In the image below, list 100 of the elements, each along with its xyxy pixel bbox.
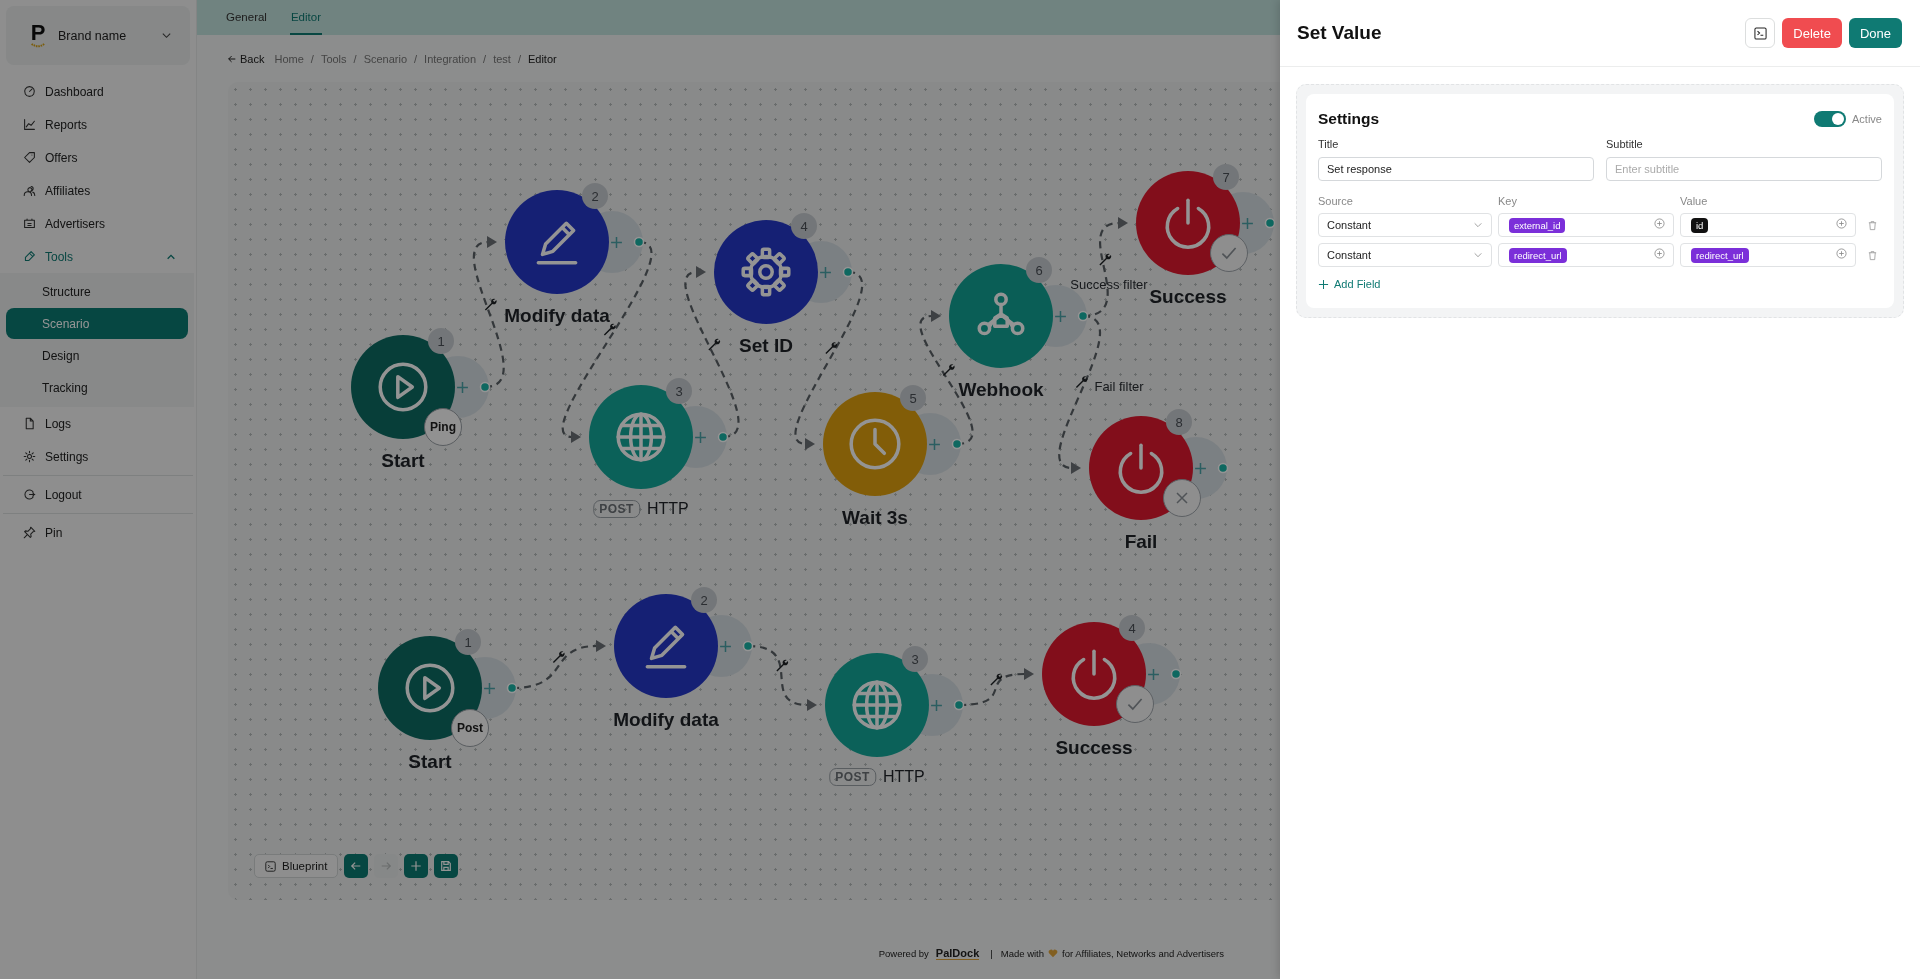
arrow-left-icon [227,53,237,64]
sidebar-item[interactable]: Logout [0,478,196,511]
back-link[interactable]: Back [227,52,265,65]
wrench-icon[interactable] [942,364,955,376]
source-select[interactable]: Constant [1318,243,1492,267]
step-number: 4 [791,213,817,239]
plus-circle-icon[interactable] [1836,248,1847,259]
tag-icon [23,151,36,164]
sidebar-item[interactable]: Reports [0,108,196,141]
wrench-icon[interactable] [603,323,616,336]
source-select[interactable]: Constant [1318,213,1492,237]
sidebar-item[interactable]: Settings [0,440,196,473]
settings-icon [23,450,36,463]
plus-circle-icon[interactable] [1654,248,1665,259]
wrench-icon[interactable] [1075,376,1088,388]
value-field[interactable]: id [1680,213,1856,237]
undo-button[interactable] [344,854,369,878]
field-label: Subtitle [1606,138,1644,150]
output-dot[interactable] [842,266,854,278]
output-dot[interactable] [1217,462,1229,474]
output-dot[interactable] [479,381,491,393]
key-field[interactable]: external_id [1498,213,1674,237]
trash-icon[interactable] [1866,219,1878,231]
flow-node[interactable] [714,220,818,324]
key-field[interactable]: redirect_url [1498,243,1674,267]
node-label: HTTP [882,768,925,786]
sidebar-item[interactable]: Pin [0,516,196,549]
step-number: 7 [1213,164,1239,190]
node-label: Modify data [504,305,610,327]
flow-node[interactable] [505,190,609,294]
card-heading: Settings [1318,110,1381,128]
chevron-down-icon [161,30,172,41]
footer-text: Powered by [878,948,929,959]
node-label: Webhook [958,379,1044,401]
add-button[interactable] [404,854,429,878]
node-label: Fail [1124,531,1158,553]
save-button[interactable] [434,854,459,878]
done-button[interactable]: Done [1848,18,1902,48]
title-input[interactable]: Set response [1318,157,1594,181]
output-dot[interactable] [633,236,645,248]
sidebar-item[interactable]: Affiliates [0,174,196,207]
output-dot[interactable] [953,699,965,711]
wrench-icon[interactable] [484,298,497,311]
sidebar-item[interactable]: Dashboard [0,75,196,108]
plus-icon [610,235,623,249]
active-toggle[interactable] [1814,111,1847,127]
sidebar-item[interactable]: Tools [0,240,196,273]
plus-icon [456,380,469,394]
plus-circle-icon[interactable] [1654,218,1665,229]
output-dot[interactable] [1170,668,1182,680]
chart-icon [23,118,36,131]
variable-tag: redirect_url [1509,247,1567,263]
blueprint-button[interactable]: Blueprint [254,854,339,878]
submenu-item[interactable]: Design [6,340,188,371]
arrow-right-icon [380,860,393,872]
step-number: 2 [691,587,717,613]
value-field[interactable]: redirect_url [1680,243,1856,267]
breadcrumb-item[interactable]: Home [274,52,304,65]
output-dot[interactable] [951,438,963,450]
tab[interactable]: General [225,0,268,35]
wrench-icon[interactable] [776,659,789,672]
terminal-button[interactable] [1745,18,1776,48]
brand-link[interactable]: PalDock [935,947,980,960]
sidebar-item[interactable]: Offers [0,141,196,174]
submenu-item[interactable]: Scenario [6,308,188,339]
wrench-icon[interactable] [1099,253,1112,266]
add-field-link[interactable]: Add Field [1318,278,1381,290]
delete-button[interactable]: Delete [1782,18,1842,48]
plus-icon [410,860,423,872]
breadcrumb-item[interactable]: Integration [424,52,477,65]
submenu-item[interactable]: Structure [6,276,188,307]
wrench-icon[interactable] [990,673,1003,686]
sidebar-item[interactable]: Advertisers [0,207,196,240]
modal-backdrop[interactable] [0,0,1280,979]
breadcrumb-separator: / [414,52,418,65]
plus-circle-icon[interactable] [1836,218,1847,229]
arrow-left-icon [350,860,363,872]
node-label: HTTP [646,500,689,518]
step-number: 1 [428,328,454,354]
output-dot[interactable] [1264,217,1276,229]
flow-node[interactable] [823,392,927,496]
sidebar-item[interactable]: Logs [0,407,196,440]
breadcrumb-item[interactable]: test [493,52,511,65]
wrench-icon[interactable] [825,342,838,354]
breadcrumb-item[interactable]: Scenario [363,52,408,65]
breadcrumb-separator: / [517,52,521,65]
trash-icon[interactable] [1866,249,1878,261]
output-dot[interactable] [506,682,518,694]
output-dot[interactable] [717,431,729,443]
output-dot[interactable] [1077,310,1089,322]
subtitle-input[interactable]: Enter subtitle [1606,157,1882,181]
wrench-icon[interactable] [552,651,565,663]
brand-switcher[interactable]: P Brand name [6,6,190,65]
column-label: Source [1318,195,1354,207]
filter-label: Fail filter [1094,378,1144,394]
submenu-item[interactable]: Tracking [6,372,188,403]
output-dot[interactable] [742,640,754,652]
breadcrumb-item[interactable]: Tools [320,52,347,65]
wrench-icon[interactable] [708,338,721,351]
gauge-icon [23,85,36,98]
